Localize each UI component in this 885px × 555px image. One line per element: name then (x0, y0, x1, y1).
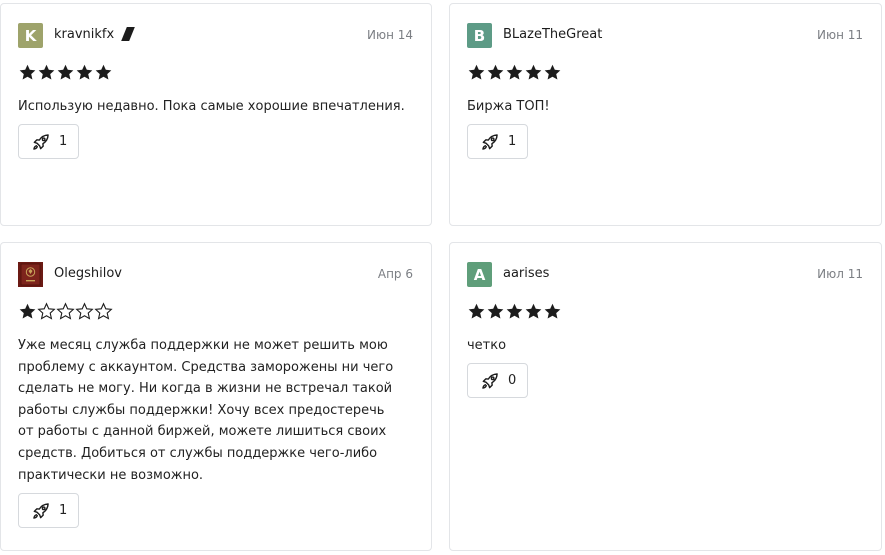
like-button[interactable]: 1 (18, 493, 79, 528)
star-empty-icon (94, 302, 113, 320)
like-count: 1 (59, 503, 68, 518)
username-text: aarises (503, 266, 550, 281)
rating-stars (467, 63, 562, 85)
star-filled-icon (506, 303, 523, 319)
avatar-letter: A (473, 265, 486, 284)
username-text: BLazeTheGreat (503, 27, 603, 42)
star-filled-icon (525, 64, 542, 80)
like-count: 0 (508, 373, 517, 388)
review-header: K kravnikfx Июн 14 (18, 23, 413, 49)
like-count: 1 (59, 134, 68, 149)
username[interactable]: BLazeTheGreat (503, 27, 602, 42)
star-filled-icon (38, 64, 55, 80)
avatar[interactable]: K (18, 23, 43, 48)
star-filled-icon (468, 64, 485, 80)
review-date: Июн 11 (816, 28, 863, 42)
star-filled-icon (19, 64, 36, 80)
review-card: K kravnikfx Июн 14 Использую недавно. По… (0, 3, 432, 226)
username-text: Olegshilov (54, 266, 122, 281)
star-filled-icon (57, 64, 74, 80)
slash-badge-icon (121, 27, 136, 41)
passport-icon (18, 262, 43, 287)
star-filled-icon (544, 303, 561, 319)
review-text: Уже месяц служба поддержки не может реши… (18, 338, 394, 483)
review-header: B BLazeTheGreat Июн 11 (467, 23, 863, 49)
avatar[interactable]: B (467, 23, 492, 48)
star-filled-icon (95, 64, 112, 80)
review-card: A aarises Июл 11 четко 0 (449, 242, 882, 551)
username-text: kravnikfx (54, 27, 115, 42)
rating-stars (18, 302, 113, 324)
review-date: Июл 11 (817, 267, 863, 281)
username[interactable]: Olegshilov (54, 266, 122, 281)
like-button[interactable]: 1 (467, 124, 528, 159)
review-card: B BLazeTheGreat Июн 11 Биржа ТОП! 1 (449, 3, 882, 226)
avatar[interactable] (18, 262, 43, 287)
star-filled-icon (19, 303, 36, 319)
star-empty-icon (56, 302, 75, 320)
review-card: Olegshilov Апр 6 Уже месяц служба поддер… (0, 242, 432, 551)
rating-stars (467, 302, 562, 324)
like-button[interactable]: 1 (18, 124, 79, 159)
avatar-letter: K (24, 26, 37, 45)
star-empty-icon (75, 302, 94, 320)
star-filled-icon (487, 303, 504, 319)
rating-stars (18, 63, 113, 85)
username[interactable]: kravnikfx (54, 27, 136, 42)
star-filled-icon (506, 64, 523, 80)
review-header: A aarises Июл 11 (467, 262, 863, 288)
star-filled-icon (76, 64, 93, 80)
like-count: 1 (508, 134, 517, 149)
star-filled-icon (525, 303, 542, 319)
review-date: Июн 14 (366, 28, 413, 42)
review-text: четко (467, 338, 507, 353)
star-filled-icon (468, 303, 485, 319)
star-filled-icon (544, 64, 561, 80)
review-header: Olegshilov Апр 6 (18, 262, 413, 288)
avatar-letter: B (473, 26, 486, 45)
like-button[interactable]: 0 (467, 363, 528, 398)
star-filled-icon (487, 64, 504, 80)
review-text: Использую недавно. Пока самые хорошие вп… (18, 99, 405, 114)
username[interactable]: aarises (503, 266, 549, 281)
star-empty-icon (37, 302, 56, 320)
review-text: Биржа ТОП! (467, 99, 550, 114)
review-date: Апр 6 (377, 267, 413, 281)
avatar[interactable]: A (467, 262, 492, 287)
